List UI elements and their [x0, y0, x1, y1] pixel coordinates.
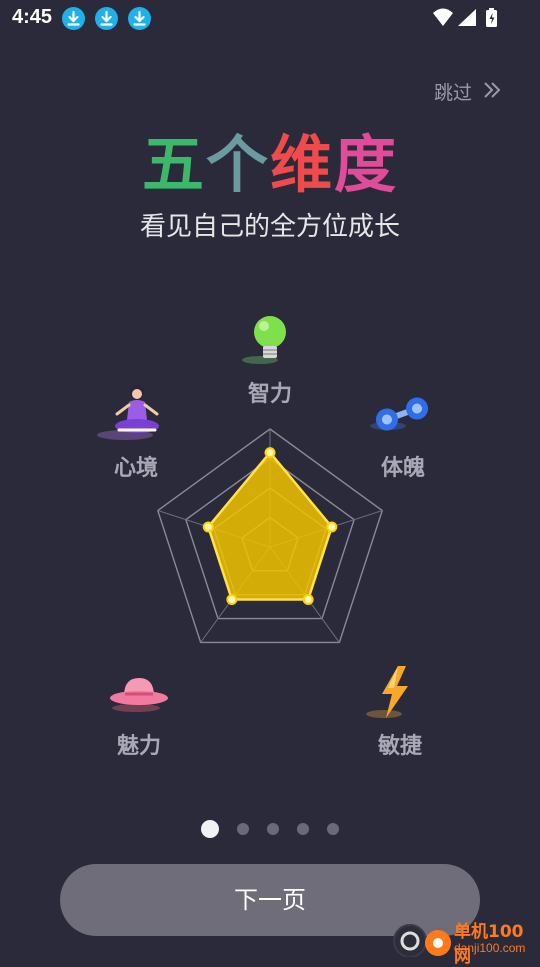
wifi-icon: [433, 8, 453, 26]
radar-vertex-point: [202, 521, 214, 533]
page-dot[interactable]: [327, 822, 339, 835]
watermark: 单机100网 danji100.com: [392, 917, 540, 967]
battery-charging-icon: [486, 8, 497, 27]
lightbulb-icon: [242, 316, 286, 364]
page-title: 五个维度: [0, 114, 540, 204]
watermark-logo-icon: [393, 924, 451, 957]
dimension-label-intellect: 智力: [247, 382, 292, 407]
page-indicator: [0, 818, 540, 838]
radar-vertex-point: [326, 521, 338, 533]
title-char: 度: [334, 128, 399, 201]
status-right-icons: [432, 7, 502, 33]
title-char: 五: [141, 128, 206, 201]
download-icon: [128, 7, 151, 30]
radar-vertex-point: [264, 447, 276, 459]
hat-icon: [110, 678, 168, 712]
title-char: 维: [270, 128, 335, 201]
status-bar: 4:45: [0, 0, 540, 36]
radar-vertex-point: [302, 594, 314, 606]
double-chevron-right-icon: [484, 82, 501, 98]
radar-value-area: [206, 450, 334, 601]
page-dot[interactable]: [267, 822, 279, 835]
dimension-label-agility: 敏捷: [377, 734, 422, 759]
page-dot[interactable]: [297, 822, 309, 835]
download-icon: [62, 7, 85, 30]
signal-icon: [458, 9, 476, 26]
page-dot[interactable]: [237, 822, 249, 835]
page-subtitle: 看见自己的全方位成长: [139, 212, 400, 242]
title-char: 个: [205, 128, 270, 201]
skip-button[interactable]: 跳过: [434, 78, 501, 106]
page-dot[interactable]: [201, 819, 219, 838]
radar-chart: [156, 428, 384, 644]
skip-label: 跳过: [434, 82, 473, 104]
download-icon: [95, 7, 118, 30]
watermark-domain: danji100.com: [454, 941, 526, 955]
status-time: 4:45: [12, 6, 53, 28]
radar-vertex-point: [226, 594, 238, 606]
lightning-icon: [366, 666, 408, 718]
dimension-label-charm: 魅力: [116, 734, 161, 759]
